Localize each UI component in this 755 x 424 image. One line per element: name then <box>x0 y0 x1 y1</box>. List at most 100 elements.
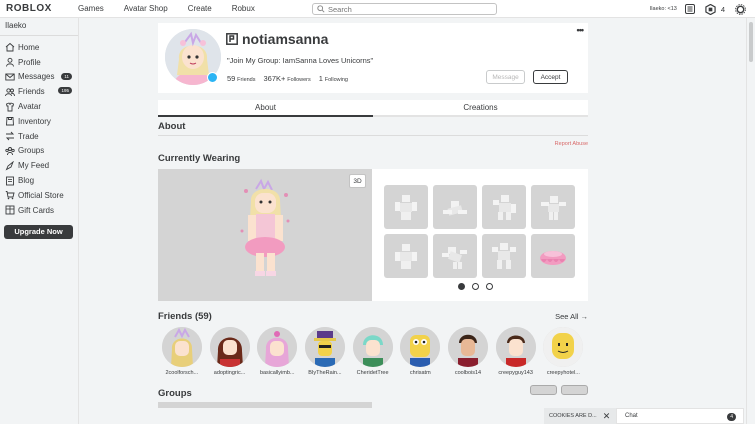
friend-card[interactable]: coolbois14 <box>444 327 492 376</box>
worn-item-animation-4[interactable] <box>531 185 575 229</box>
carousel-dot-3[interactable] <box>486 283 493 290</box>
sidebar-item-trade[interactable]: Trade <box>0 129 78 144</box>
friend-avatar <box>352 327 393 367</box>
sidebar-item-label: Home <box>18 42 40 52</box>
robux-count[interactable]: 4 <box>721 5 725 14</box>
animation-figure-icon <box>492 243 516 269</box>
sidebar-item-groups[interactable]: Groups <box>0 144 78 159</box>
groups-grid-view-button[interactable] <box>530 385 557 395</box>
sidebar-item-label: Trade <box>18 131 39 141</box>
friend-avatar <box>543 327 584 367</box>
see-all-friends-link[interactable]: See All → <box>555 312 588 321</box>
friends-badge: 195 <box>58 87 72 95</box>
friend-name: chrisatm <box>409 370 431 376</box>
nav-games[interactable]: Games <box>78 4 104 13</box>
sidebar-item-my-feed[interactable]: My Feed <box>0 158 78 173</box>
friend-card[interactable]: adoptingric... <box>206 327 254 376</box>
top-navigation-bar: ROBLOX Games Avatar Shop Create Robux Il… <box>0 0 755 18</box>
worn-item-pink-tutu[interactable] <box>531 234 575 278</box>
roblox-logo[interactable]: ROBLOX <box>6 3 58 14</box>
sidebar-item-messages[interactable]: Messages 11 <box>0 70 78 85</box>
carousel-dot-1[interactable] <box>458 283 465 290</box>
notifications-icon[interactable] <box>685 4 696 15</box>
tab-about[interactable]: About <box>158 100 373 117</box>
sidebar-item-home[interactable]: Home <box>0 40 78 55</box>
worn-item-animation-3[interactable] <box>482 185 526 229</box>
about-heading: About <box>158 121 186 132</box>
sidebar-item-label: Blog <box>18 176 35 186</box>
worn-item-animation-2[interactable] <box>433 185 477 229</box>
report-abuse-link[interactable]: Report Abuse <box>158 141 588 147</box>
left-sidebar: Ilaeko Home Profile Messages 11 Friends … <box>0 18 79 424</box>
upgrade-now-button[interactable]: Upgrade Now <box>4 224 73 239</box>
friends-list: 2coolforsch... adoptingric... basicallyi… <box>158 327 588 376</box>
worn-item-animation-5[interactable] <box>384 234 428 278</box>
close-icon[interactable]: ✕ <box>603 411 611 422</box>
friend-card[interactable]: chrisatm <box>396 327 444 376</box>
search-input[interactable] <box>328 4 488 14</box>
worn-item-animation-6[interactable] <box>433 234 477 278</box>
sidebar-item-label: Friends <box>18 87 45 97</box>
sidebar-item-inventory[interactable]: Inventory <box>0 114 78 129</box>
profile-icon <box>6 58 14 67</box>
chat-bar[interactable]: Chat 4 <box>616 408 744 424</box>
more-options-icon[interactable]: ••• <box>577 25 585 35</box>
settings-gear-icon[interactable] <box>735 3 746 15</box>
friend-name: CheridetTree <box>356 370 389 376</box>
followers-stat[interactable]: 367K+ Followers <box>264 74 311 83</box>
friend-card[interactable]: BIyTheRain... <box>301 327 349 376</box>
inventory-icon <box>6 117 14 126</box>
nav-avatar-shop[interactable]: Avatar Shop <box>124 4 168 13</box>
scrollbar-thumb[interactable] <box>749 22 753 62</box>
friends-stat[interactable]: 59 Friends <box>227 74 256 83</box>
profile-status: "Join My Group: IamSanna Loves Unicorns" <box>227 56 374 65</box>
friend-card[interactable]: 2coolforsch... <box>158 327 206 376</box>
chat-unread-badge: 4 <box>727 413 736 421</box>
avatar-preview[interactable]: 3D <box>158 169 372 301</box>
sidebar-item-profile[interactable]: Profile <box>0 55 78 70</box>
worn-item-animation-7[interactable] <box>482 234 526 278</box>
sidebar-username[interactable]: Ilaeko <box>0 18 78 36</box>
worn-item-animation-1[interactable] <box>384 185 428 229</box>
accept-button[interactable]: Accept <box>533 70 568 84</box>
search-box[interactable] <box>312 3 497 15</box>
sidebar-item-label: Messages <box>18 72 55 82</box>
sidebar-item-official-store[interactable]: Official Store <box>0 188 78 203</box>
profile-username: notiamsanna <box>242 31 329 47</box>
friend-avatar <box>161 327 202 367</box>
friend-card[interactable]: CheridetTree <box>349 327 397 376</box>
avatar-full-body-image <box>240 178 290 276</box>
account-label[interactable]: Ilaeko: <13 <box>650 6 677 12</box>
sidebar-item-avatar[interactable]: Avatar <box>0 99 78 114</box>
worn-items-carousel <box>372 169 588 301</box>
following-stat[interactable]: 1 Following <box>319 74 348 83</box>
messages-icon <box>5 73 15 81</box>
page-scrollbar[interactable] <box>746 18 755 424</box>
friend-card[interactable]: creepyhotel... <box>540 327 588 376</box>
robux-icon[interactable] <box>705 3 716 15</box>
groups-heading: Groups <box>158 388 192 399</box>
tab-creations[interactable]: Creations <box>373 100 588 117</box>
divider <box>158 135 588 136</box>
sidebar-item-gift-cards[interactable]: Gift Cards <box>0 203 78 218</box>
sidebar-item-friends[interactable]: Friends 195 <box>0 84 78 99</box>
friend-name: BIyTheRain... <box>308 370 342 376</box>
friend-card[interactable]: basicallyimb... <box>253 327 301 376</box>
toggle-3d-button[interactable]: 3D <box>349 174 366 188</box>
sidebar-item-label: Official Store <box>18 190 64 200</box>
animation-figure-icon <box>442 247 467 269</box>
carousel-dot-2[interactable] <box>472 283 479 290</box>
friend-card[interactable]: creepyguy143 <box>492 327 540 376</box>
message-button[interactable]: Message <box>486 70 525 84</box>
search-icon <box>317 5 325 13</box>
nav-create[interactable]: Create <box>188 4 212 13</box>
sidebar-item-blog[interactable]: Blog <box>0 173 78 188</box>
cookie-notice: COOKIES ARE D... ✕ <box>544 408 616 424</box>
sidebar-item-label: Groups <box>18 146 45 156</box>
store-icon <box>5 191 15 200</box>
groups-list-view-button[interactable] <box>561 385 588 395</box>
chat-label: Chat <box>625 413 638 419</box>
friends-section-header: Friends (59) See All → <box>158 311 588 322</box>
nav-robux[interactable]: Robux <box>232 4 255 13</box>
friend-name: basicallyimb... <box>259 370 295 376</box>
